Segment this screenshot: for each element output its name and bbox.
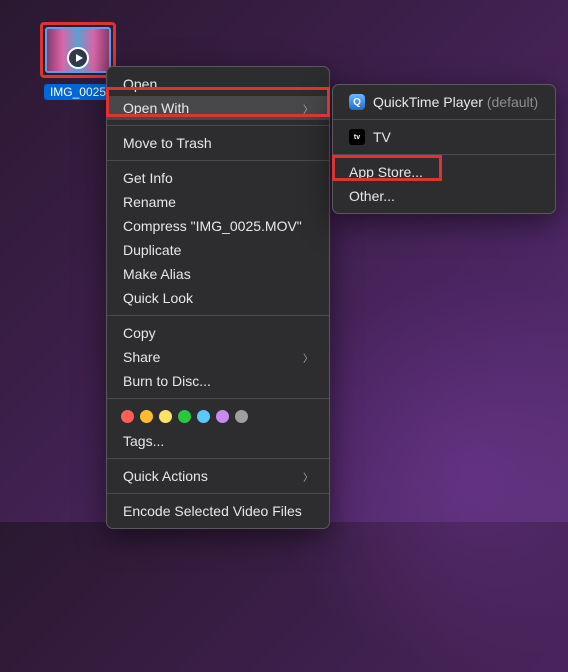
menu-label: Quick Look: [123, 290, 193, 306]
menu-label: Tags...: [123, 433, 164, 449]
tag-color-dot[interactable]: [140, 410, 153, 423]
menu-label: Make Alias: [123, 266, 191, 282]
menu-separator: [333, 119, 555, 120]
default-suffix: (default): [487, 94, 538, 110]
chevron-right-icon: 〉: [303, 101, 313, 116]
tag-color-dot[interactable]: [178, 410, 191, 423]
menu-separator: [333, 154, 555, 155]
menu-separator: [107, 125, 329, 126]
submenu-other[interactable]: Other...: [333, 184, 555, 208]
context-menu: Open Open With 〉 Move to Trash Get Info …: [106, 66, 330, 529]
menu-separator: [107, 315, 329, 316]
menu-encode-video[interactable]: Encode Selected Video Files: [107, 499, 329, 523]
menu-get-info[interactable]: Get Info: [107, 166, 329, 190]
open-with-submenu: QuickTime Player (default) TV App Store.…: [332, 84, 556, 214]
menu-tags[interactable]: Tags...: [107, 429, 329, 453]
tag-color-dot[interactable]: [121, 410, 134, 423]
tv-app-icon: [349, 129, 365, 145]
menu-separator: [107, 398, 329, 399]
play-icon: [67, 47, 89, 69]
menu-label: Open With: [123, 100, 189, 116]
tag-color-dot[interactable]: [159, 410, 172, 423]
menu-make-alias[interactable]: Make Alias: [107, 262, 329, 286]
menu-label: Compress "IMG_0025.MOV": [123, 218, 302, 234]
app-label: QuickTime Player: [373, 94, 483, 110]
menu-burn-to-disc[interactable]: Burn to Disc...: [107, 369, 329, 393]
menu-label: Other...: [349, 188, 395, 204]
quicktime-icon: [349, 94, 365, 110]
file-thumbnail-highlight: [40, 22, 116, 78]
menu-label: Get Info: [123, 170, 173, 186]
menu-move-to-trash[interactable]: Move to Trash: [107, 131, 329, 155]
menu-label: Quick Actions: [123, 468, 208, 484]
tag-color-dot[interactable]: [216, 410, 229, 423]
file-name-label[interactable]: IMG_0025: [44, 84, 112, 100]
menu-label: Burn to Disc...: [123, 373, 211, 389]
menu-separator: [107, 458, 329, 459]
menu-compress[interactable]: Compress "IMG_0025.MOV": [107, 214, 329, 238]
menu-quick-actions[interactable]: Quick Actions 〉: [107, 464, 329, 488]
menu-separator: [107, 493, 329, 494]
tag-color-dot[interactable]: [235, 410, 248, 423]
menu-label: Encode Selected Video Files: [123, 503, 302, 519]
submenu-quicktime[interactable]: QuickTime Player (default): [333, 90, 555, 114]
menu-open-with[interactable]: Open With 〉: [107, 96, 329, 120]
menu-duplicate[interactable]: Duplicate: [107, 238, 329, 262]
menu-label: Open: [123, 76, 157, 92]
menu-label: Duplicate: [123, 242, 181, 258]
menu-label: Copy: [123, 325, 156, 341]
menu-label: App Store...: [349, 164, 423, 180]
menu-label: Move to Trash: [123, 135, 212, 151]
menu-separator: [107, 160, 329, 161]
submenu-app-store[interactable]: App Store...: [333, 160, 555, 184]
submenu-tv[interactable]: TV: [333, 125, 555, 149]
chevron-right-icon: 〉: [303, 350, 313, 365]
video-thumbnail[interactable]: [45, 27, 111, 73]
app-label: TV: [373, 129, 391, 145]
menu-copy[interactable]: Copy: [107, 321, 329, 345]
tag-color-dot[interactable]: [197, 410, 210, 423]
menu-open[interactable]: Open: [107, 72, 329, 96]
desktop-file[interactable]: IMG_0025: [40, 22, 116, 103]
tag-color-row: [107, 404, 329, 429]
menu-quick-look[interactable]: Quick Look: [107, 286, 329, 310]
menu-rename[interactable]: Rename: [107, 190, 329, 214]
menu-label: Rename: [123, 194, 176, 210]
menu-share[interactable]: Share 〉: [107, 345, 329, 369]
menu-label: Share: [123, 349, 160, 365]
chevron-right-icon: 〉: [303, 469, 313, 484]
